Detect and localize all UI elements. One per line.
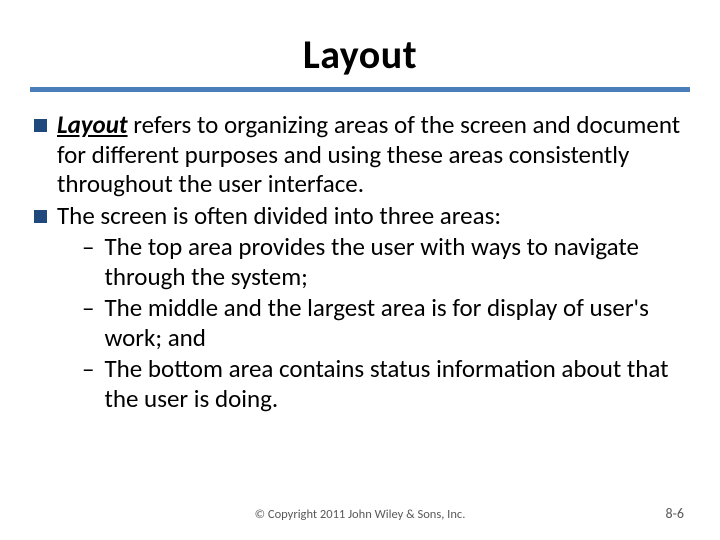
sub-bullets: – The top area provides the user with wa…: [82, 232, 686, 413]
sub-bullet-item: – The bottom area contains status inform…: [82, 354, 686, 413]
sub-bullet-item: – The top area provides the user with wa…: [82, 232, 686, 291]
dash-icon: –: [82, 232, 94, 262]
bullet-text: The screen is often divided into three a…: [57, 201, 501, 231]
title-underline: [30, 87, 690, 92]
slide-title: Layout: [303, 30, 417, 79]
term: Layout: [57, 109, 128, 140]
bullet-square-icon: [34, 210, 47, 223]
bullet-item: Layout refers to organizing areas of the…: [34, 110, 686, 199]
bullet-rest: refers to organizing areas of the screen…: [57, 109, 680, 199]
title-block: Layout: [30, 30, 690, 79]
bullet-item: The screen is often divided into three a…: [34, 201, 686, 231]
sub-bullet-text: The bottom area contains status informat…: [104, 354, 686, 413]
dash-icon: –: [82, 293, 94, 323]
copyright: © Copyright 2011 John Wiley & Sons, Inc.: [255, 507, 466, 522]
bullet-square-icon: [34, 119, 47, 132]
dash-icon: –: [82, 354, 94, 384]
sub-bullet-item: – The middle and the largest area is for…: [82, 293, 686, 352]
sub-bullet-text: The middle and the largest area is for d…: [104, 293, 686, 352]
bullet-text: Layout refers to organizing areas of the…: [57, 110, 686, 199]
footer: © Copyright 2011 John Wiley & Sons, Inc.: [0, 507, 720, 522]
page-number: 8-6: [666, 505, 684, 522]
sub-bullet-text: The top area provides the user with ways…: [104, 232, 686, 291]
slide: Layout Layout refers to organizing areas…: [0, 0, 720, 540]
slide-body: Layout refers to organizing areas of the…: [30, 110, 690, 413]
